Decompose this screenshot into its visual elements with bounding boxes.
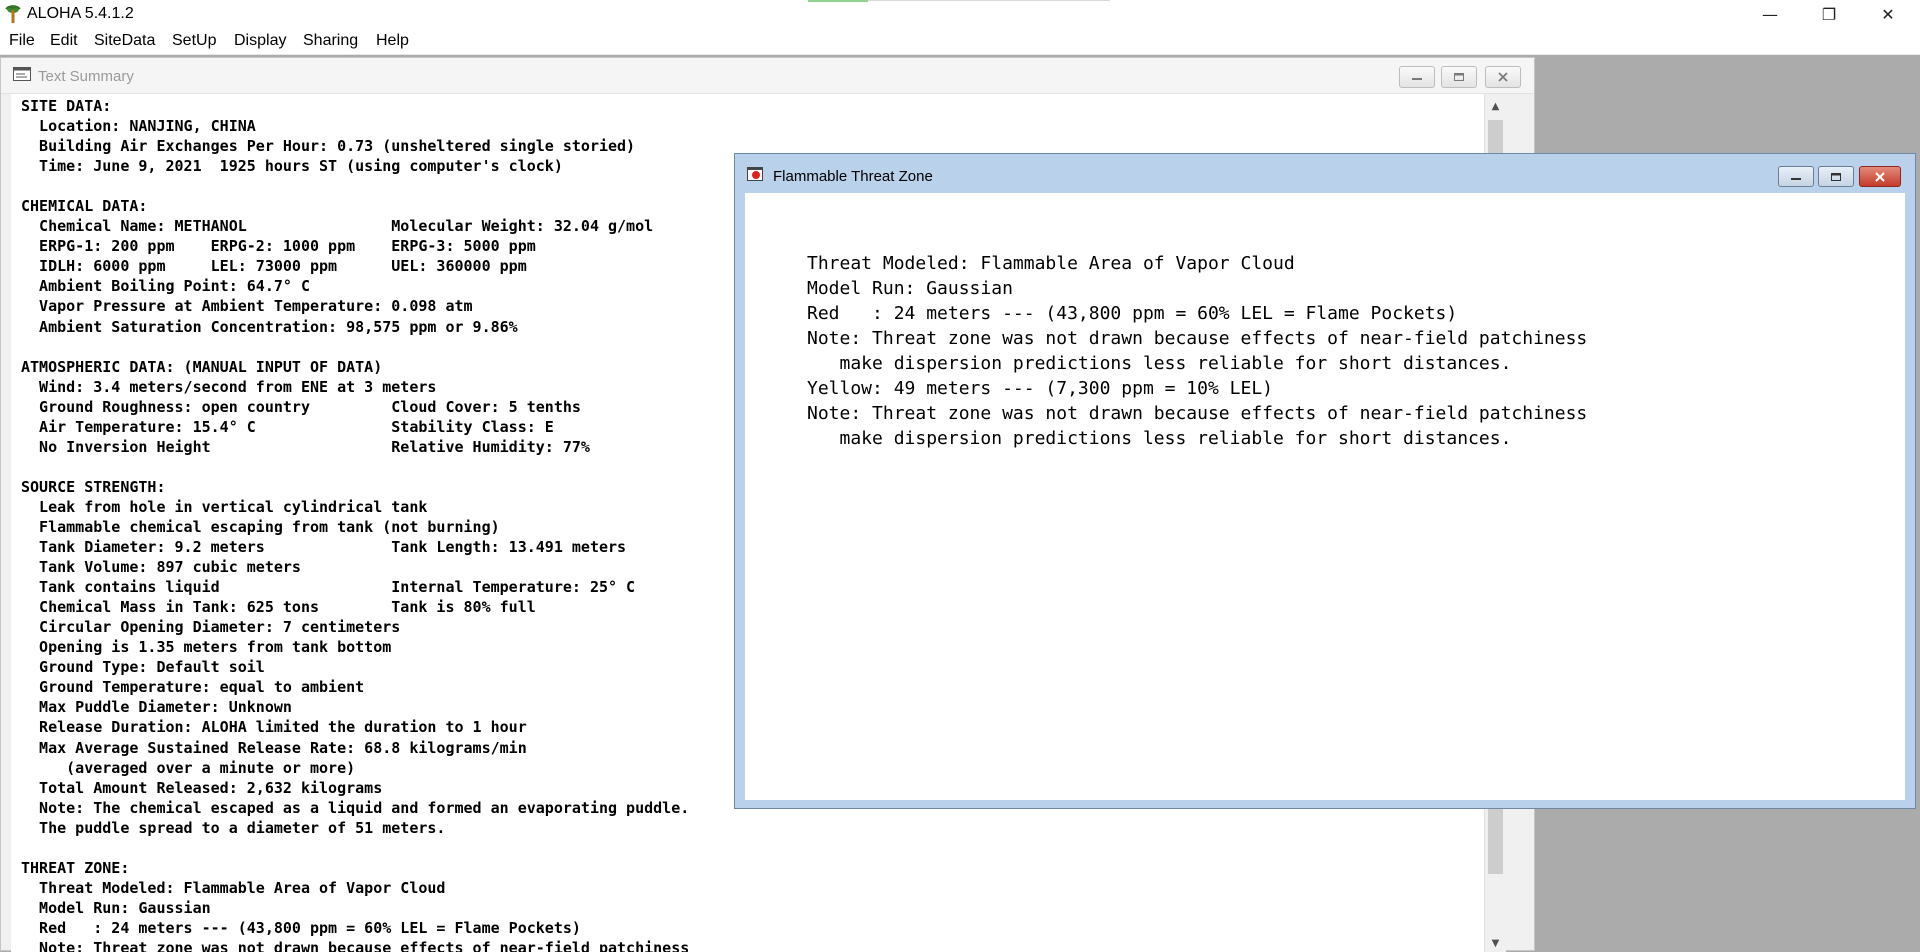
menu-sitedata[interactable]: SiteData (94, 32, 155, 50)
summary-line: Threat Modeled: Flammable Area of Vapor … (21, 878, 446, 897)
menu-sharing[interactable]: Sharing (303, 32, 358, 50)
close-icon (1875, 171, 1885, 182)
threat-zone-icon (747, 167, 763, 181)
threat-line: Threat Modeled: Flammable Area of Vapor … (807, 253, 1295, 274)
scroll-down-arrow-icon[interactable]: ▼ (1485, 934, 1506, 952)
summary-line: SITE DATA: (21, 97, 112, 115)
threat-line: Red : 24 meters --- (43,800 ppm = 60% LE… (807, 303, 1458, 324)
threat-zone-minimize-button[interactable] (1778, 166, 1814, 187)
summary-line: Note: Threat zone was not drawn because … (21, 938, 690, 952)
menu-display[interactable]: Display (234, 32, 286, 50)
app-minimize-button[interactable]: — (1742, 0, 1798, 29)
text-summary-close-button[interactable] (1485, 66, 1521, 88)
threat-zone-title: Flammable Threat Zone (773, 168, 933, 185)
text-summary-title: Text Summary (38, 68, 134, 85)
menu-edit[interactable]: Edit (50, 32, 78, 50)
summary-line: Model Run: Gaussian (21, 898, 211, 917)
text-summary-minimize-button[interactable] (1399, 66, 1435, 88)
threat-line: Yellow: 49 meters --- (7,300 ppm = 10% L… (807, 378, 1273, 399)
threat-line: Note: Threat zone was not drawn because … (807, 328, 1588, 349)
summary-line: Red : 24 meters --- (43,800 ppm = 60% LE… (21, 918, 581, 937)
threat-line: make dispersion predictions less reliabl… (807, 428, 1512, 449)
app-titlebar: ALOHA 5.4.1.2 — ❐ ✕ (0, 0, 1920, 29)
maximize-icon (1831, 172, 1841, 181)
threat-zone-titlebar[interactable]: Flammable Threat Zone (735, 154, 1915, 192)
threat-zone-maximize-button[interactable] (1818, 166, 1854, 187)
titlebar-accent-line (868, 0, 1110, 1)
text-summary-titlebar[interactable]: Text Summary (1, 58, 1534, 94)
menu-file[interactable]: File (9, 32, 35, 50)
threat-line: Model Run: Gaussian (807, 278, 1013, 299)
threat-line: make dispersion predictions less reliabl… (807, 353, 1512, 374)
threat-zone-close-button[interactable] (1859, 166, 1901, 187)
menu-bar: File Edit SiteData SetUp Display Sharing… (0, 29, 1920, 55)
threat-line: Note: Threat zone was not drawn because … (807, 403, 1588, 424)
app-maximize-button[interactable]: ❐ (1801, 0, 1857, 29)
menu-help[interactable]: Help (376, 32, 409, 50)
threat-zone-content: Threat Modeled: Flammable Area of Vapor … (745, 193, 1905, 800)
titlebar-accent (808, 0, 868, 2)
summary-line: Location: NANJING, CHINA (21, 117, 256, 136)
scroll-up-arrow-icon[interactable]: ▲ (1485, 96, 1506, 116)
close-icon (1498, 72, 1508, 82)
minimize-icon (1412, 78, 1422, 80)
summary-line: The puddle spread to a diameter of 51 me… (21, 818, 446, 837)
menu-setup[interactable]: SetUp (172, 32, 216, 50)
threat-zone-text: Threat Modeled: Flammable Area of Vapor … (807, 251, 1587, 451)
app-title: ALOHA 5.4.1.2 (27, 5, 134, 22)
restore-icon: ❐ (1821, 5, 1837, 24)
aloha-logo-icon (5, 5, 21, 23)
text-document-icon (13, 67, 31, 81)
text-summary-restore-button[interactable] (1441, 66, 1477, 88)
summary-line: THREAT ZONE: (21, 858, 130, 877)
flammable-threat-zone-window[interactable]: Flammable Threat Zone Threat Modeled: Fl… (734, 153, 1916, 809)
close-icon: ✕ (1881, 5, 1895, 24)
app-close-button[interactable]: ✕ (1860, 0, 1916, 29)
minimize-icon (1791, 177, 1801, 180)
restore-icon (1454, 73, 1464, 81)
summary-line (21, 838, 1506, 858)
minimize-icon: — (1762, 5, 1778, 24)
